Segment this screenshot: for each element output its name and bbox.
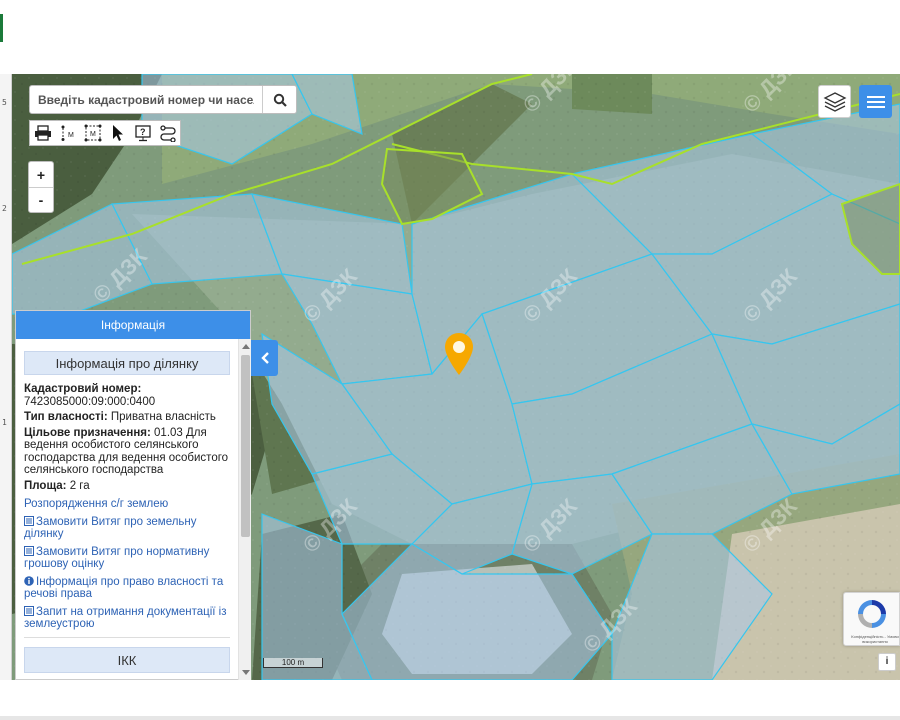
measure-line-icon: M <box>61 125 74 141</box>
map-toolbar: M M ? <box>29 120 181 146</box>
location-marker-icon[interactable] <box>444 332 474 376</box>
ownership-info-link[interactable]: Інформація про право власності та речові… <box>24 576 230 601</box>
zoom-out-button[interactable]: - <box>29 187 53 212</box>
scale-bar: 100 m <box>263 658 323 668</box>
print-button[interactable] <box>30 121 55 145</box>
recaptcha-badge[interactable]: Конфіденційність - Умови використання <box>843 592 900 646</box>
layers-icon <box>823 91 846 112</box>
order-valuation-text: Замовити Витяг про нормативну грошову оц… <box>24 545 210 571</box>
section-title[interactable]: Інформація про ділянку <box>24 351 230 375</box>
order-valuation-link[interactable]: Замовити Витяг про нормативну грошову оц… <box>24 545 230 571</box>
help-button[interactable]: ? <box>130 121 155 145</box>
ownership-value: Приватна власність <box>110 411 216 423</box>
pointer-icon <box>112 125 123 141</box>
recaptcha-text: Конфіденційність - Умови використання <box>851 634 899 644</box>
measure-area-button[interactable]: M <box>80 121 105 145</box>
svg-text:M: M <box>90 131 96 138</box>
scroll-up-arrow[interactable] <box>242 344 250 349</box>
search-icon <box>273 93 287 107</box>
route-icon <box>159 125 176 142</box>
area-label: Площа: <box>24 479 67 492</box>
svg-text:?: ? <box>140 127 146 137</box>
bottom-border <box>0 716 900 720</box>
measure-distance-button[interactable]: M <box>55 121 80 145</box>
scroll-thumb[interactable] <box>241 355 250 537</box>
purpose-label: Цільове призначення: <box>24 426 151 439</box>
chevron-left-icon <box>260 352 269 364</box>
collapse-panel-button[interactable] <box>251 340 278 376</box>
select-button[interactable] <box>105 121 130 145</box>
ruler-mark: 5 <box>2 98 7 107</box>
page: 5 2 1 © ДЗК © ДЗК © ДЗК © ДЗК © ДЗК © ДЗ… <box>0 0 900 720</box>
help-icon: ? <box>134 125 151 142</box>
cadastral-number-row: Кадастровий номер: 7423085000:09:000:040… <box>24 383 230 408</box>
printer-icon <box>34 125 51 141</box>
info-panel-body: Інформація про ділянку Кадастровий номер… <box>16 339 238 680</box>
document-icon <box>24 545 34 556</box>
docs-request-text: Запит на отримання документації із земле… <box>24 605 227 631</box>
layers-button[interactable] <box>818 85 851 118</box>
ownership-label: Тип власності: <box>24 411 108 423</box>
document-icon <box>24 605 34 616</box>
disposal-link[interactable]: Розпорядження с/г землею <box>24 498 230 511</box>
order-extract-text: Замовити Витяг про земельну ділянку <box>24 515 197 541</box>
zoom-in-button[interactable]: + <box>29 162 53 187</box>
ownership-info-text: Інформація про право власності та речові… <box>24 575 224 601</box>
ikk-section-button[interactable]: ІКК <box>24 646 230 673</box>
recaptcha-icon <box>858 600 886 628</box>
info-panel: Інформація Інформація про ділянку Кадаст… <box>15 310 251 680</box>
attribution-info-button[interactable]: i <box>878 653 896 671</box>
cadastral-map[interactable]: © ДЗК © ДЗК © ДЗК © ДЗК © ДЗК © ДЗК © ДЗ… <box>12 74 900 680</box>
zoom-control: + - <box>28 161 54 213</box>
info-panel-scrollbar[interactable] <box>238 339 251 680</box>
search-box <box>29 85 297 114</box>
purpose-row: Цільове призначення: 01.03 Для ведення о… <box>24 427 230 477</box>
cadastral-number-label: Кадастровий номер: <box>24 383 142 395</box>
area-value: 2 га <box>69 479 90 492</box>
order-extract-link[interactable]: Замовити Витяг про земельну ділянку <box>24 515 230 541</box>
left-ruler-strip: 5 2 1 <box>0 74 12 680</box>
ruler-mark: 1 <box>2 418 7 427</box>
svg-text:M: M <box>68 132 74 139</box>
window-accent <box>0 14 3 42</box>
menu-button[interactable] <box>859 85 892 118</box>
cadastral-number-value: 7423085000:09:000:0400 <box>24 395 156 408</box>
ownership-row: Тип власності: Приватна власність <box>24 411 230 424</box>
route-button[interactable] <box>155 121 180 145</box>
info-circle-icon <box>24 575 34 586</box>
search-button[interactable] <box>262 86 296 113</box>
hamburger-icon <box>866 95 885 108</box>
document-icon <box>24 515 34 526</box>
scroll-down-arrow[interactable] <box>242 670 250 675</box>
info-panel-header: Інформація <box>16 311 250 339</box>
search-input[interactable] <box>30 86 262 113</box>
ruler-mark: 2 <box>2 204 7 213</box>
area-row: Площа: 2 га <box>24 480 230 493</box>
measure-area-icon: M <box>84 124 101 142</box>
divider <box>24 636 230 638</box>
docs-request-link[interactable]: Запит на отримання документації із земле… <box>24 605 230 631</box>
